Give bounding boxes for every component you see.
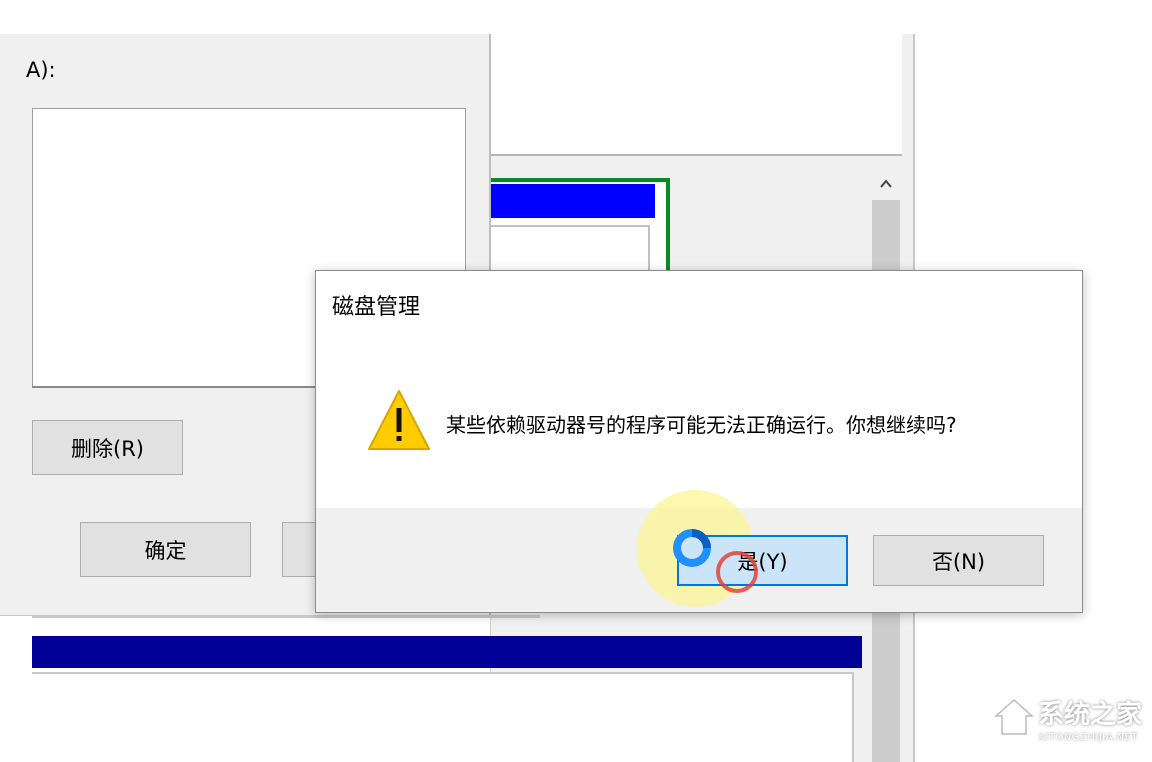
disk-partition-header (490, 184, 655, 218)
volume-list-header (32, 636, 862, 668)
background-divider (32, 615, 540, 618)
background-label-fragment: A): (26, 58, 56, 82)
click-ring-icon (714, 549, 760, 595)
cursor-ring-icon (671, 527, 713, 569)
disk-partition-inner (490, 225, 650, 275)
delete-button[interactable]: 删除(R) (32, 420, 183, 475)
dialog-title: 磁盘管理 (332, 295, 421, 320)
warning-triangle-icon (366, 388, 432, 452)
scroll-up-arrow-icon[interactable] (878, 176, 894, 192)
ok-button[interactable]: 确定 (80, 522, 251, 577)
confirm-dialog: 磁盘管理 某些依赖驱动器号的程序可能无法正确运行。你想继续吗? 是(Y) 否(N… (315, 270, 1083, 613)
dialog-message: 某些依赖驱动器号的程序可能无法正确运行。你想继续吗? (446, 413, 957, 437)
no-button[interactable]: 否(N) (873, 535, 1044, 586)
watermark-text: 系统之家 (1038, 700, 1143, 730)
watermark: 系统之家 XITONGZHIJIA.NET (992, 690, 1152, 762)
watermark-logo-icon (992, 696, 1036, 738)
background-top-panel (490, 34, 902, 156)
volume-list[interactable] (32, 672, 854, 762)
watermark-url: XITONGZHIJIA.NET (1038, 732, 1138, 743)
